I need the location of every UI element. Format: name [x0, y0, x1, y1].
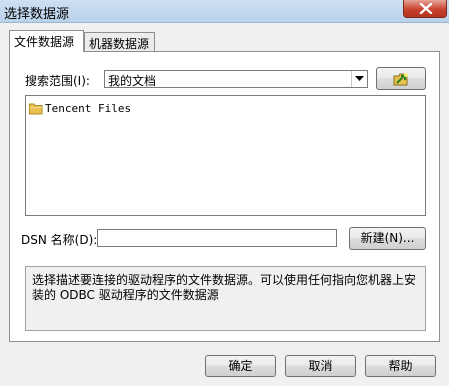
help-button[interactable]: 帮助 — [365, 355, 436, 377]
cancel-button[interactable]: 取消 — [285, 355, 356, 377]
dsn-name-label: DSN 名称(D): — [21, 233, 98, 247]
file-list[interactable]: Tencent Files — [25, 95, 426, 216]
search-scope-label: 搜索范围(I): — [25, 74, 90, 88]
tab-machine-datasource[interactable]: 机器数据源 — [84, 32, 155, 52]
close-icon — [419, 3, 433, 14]
tab-label: 文件数据源 — [14, 35, 75, 49]
title-bar: 选择数据源 — [0, 0, 449, 23]
new-button[interactable]: 新建(N)... — [349, 227, 426, 250]
folder-up-icon — [393, 73, 408, 86]
tab-file-datasource[interactable]: 文件数据源 — [9, 30, 84, 52]
window-title: 选择数据源 — [4, 7, 70, 22]
new-folder-button[interactable] — [376, 67, 426, 90]
chevron-down-icon — [355, 76, 364, 81]
description-box: 选择描述要连接的驱动程序的文件数据源。可以使用任何指向您机器上安装的 ODBC … — [25, 266, 426, 331]
dropdown-button[interactable] — [351, 71, 367, 87]
file-name: Tencent Files — [45, 102, 132, 115]
dialog-window: 选择数据源 文件数据源 机器数据源 搜索范围(I): 我的文档 Tencent … — [0, 0, 449, 386]
dsn-name-input[interactable] — [97, 229, 337, 247]
folder-icon — [29, 103, 43, 115]
search-scope-value: 我的文档 — [108, 74, 157, 88]
close-button[interactable] — [403, 0, 447, 18]
tab-label: 机器数据源 — [89, 37, 150, 51]
search-scope-select[interactable]: 我的文档 — [104, 70, 368, 88]
ok-button[interactable]: 确定 — [205, 355, 276, 377]
